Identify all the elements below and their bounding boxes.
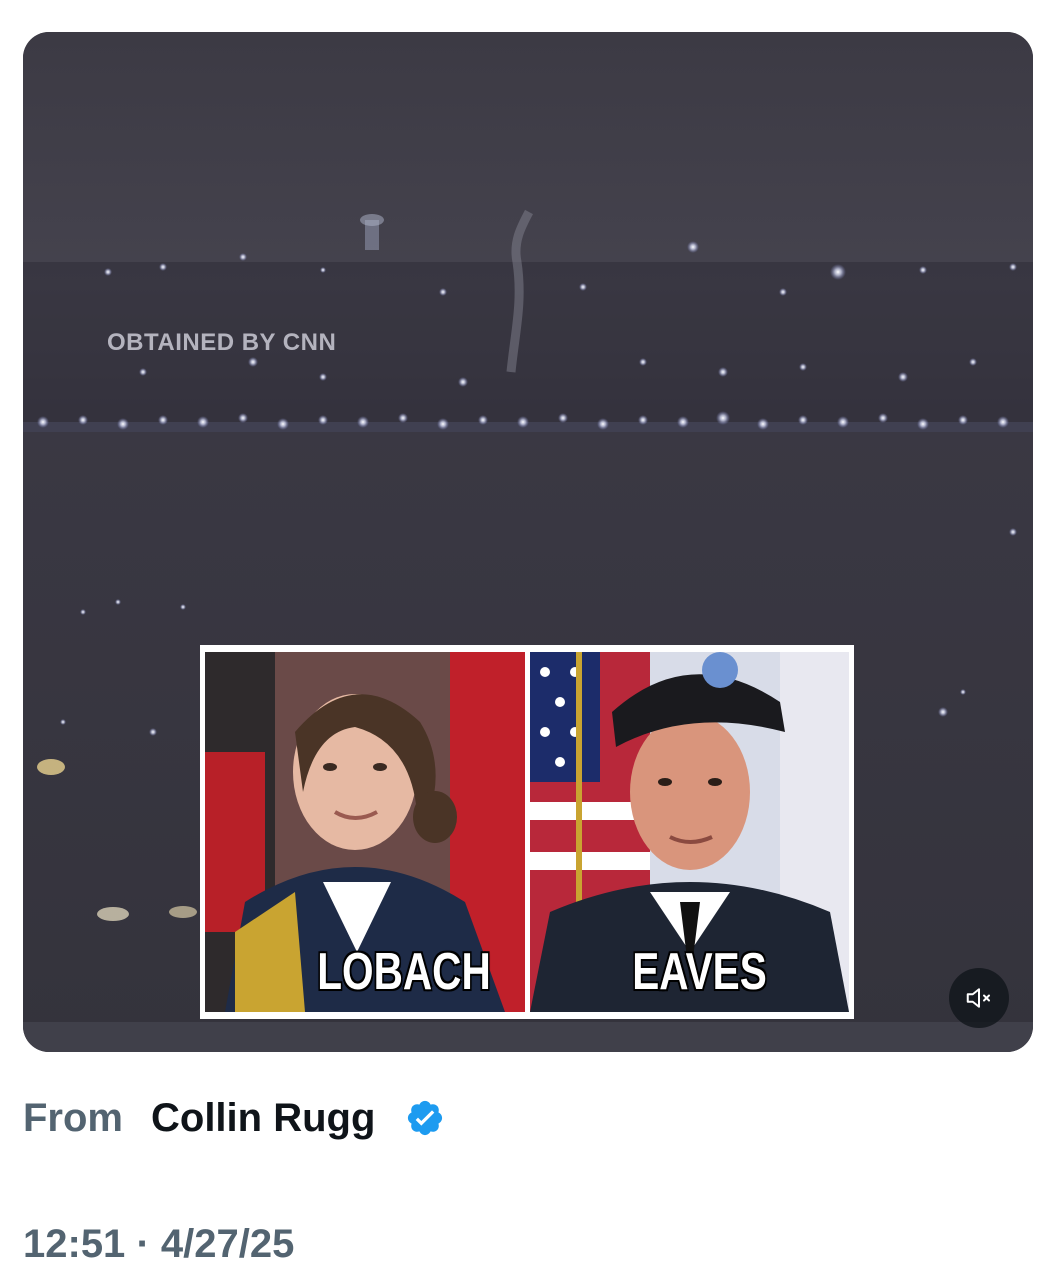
post-timestamp: 12:51 · 4/27/25 <box>23 1222 294 1267</box>
author-name-link[interactable]: Collin Rugg <box>151 1096 375 1141</box>
timestamp-separator: · <box>136 1222 150 1266</box>
portrait-photo-right: EAVES <box>530 652 849 1012</box>
from-label: From <box>23 1095 123 1140</box>
portrait-caption-left: LOBACH <box>317 943 491 1001</box>
video-player[interactable]: OBTAINED BY CNN LOBACH EAVES <box>23 32 1033 1052</box>
video-watermark: OBTAINED BY CNN <box>107 329 337 356</box>
portrait-collage: LOBACH EAVES <box>200 645 854 1019</box>
post-time: 12:51 <box>23 1222 126 1266</box>
post-date: 4/27/25 <box>160 1222 295 1266</box>
speaker-muted-icon <box>966 988 990 1008</box>
verified-badge-icon <box>408 1100 443 1136</box>
unmute-button[interactable] <box>949 968 1009 1028</box>
source-attribution: From Collin Rugg <box>23 1090 445 1146</box>
portrait-caption-right: EAVES <box>632 943 767 1001</box>
portrait-photo-left: LOBACH <box>205 652 525 1012</box>
